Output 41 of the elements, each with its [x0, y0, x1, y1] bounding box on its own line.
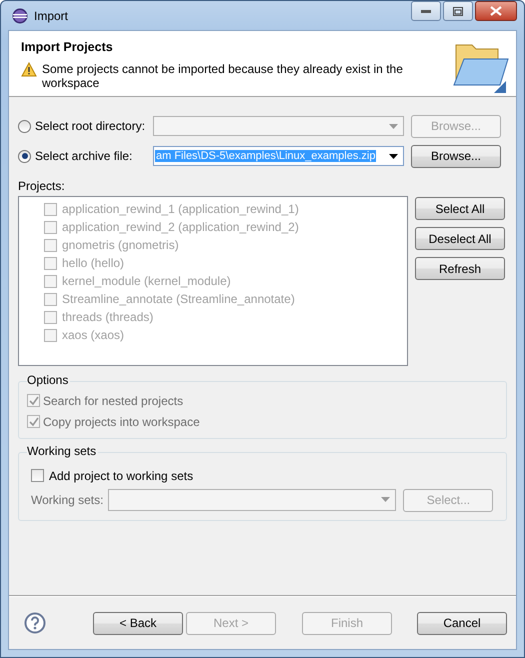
- radio-label: Select archive file:: [35, 149, 132, 163]
- project-name: hello (hello): [62, 256, 124, 270]
- option-label: Search for nested projects: [43, 394, 184, 408]
- minimize-icon: [421, 10, 431, 12]
- list-action-button[interactable]: Select All: [415, 197, 505, 220]
- radio-button[interactable]: [18, 150, 31, 162]
- project-name: application_rewind_2 (application_rewind_2): [62, 220, 299, 234]
- working-sets-combo[interactable]: [108, 489, 396, 511]
- field-label: Working sets:: [31, 493, 104, 507]
- list-action-button[interactable]: Deselect All: [415, 227, 505, 250]
- path-combo[interactable]: [153, 116, 404, 136]
- project-name: Streamline_annotate (Streamline_annotate): [62, 292, 295, 306]
- window-title: Import: [34, 8, 68, 22]
- wizard-button[interactable]: < Back: [93, 612, 183, 634]
- group-title: Working sets: [27, 444, 98, 458]
- browse-button[interactable]: Browse...: [411, 144, 501, 168]
- group-title: Options: [27, 373, 70, 387]
- radio-label: Select root directory:: [35, 119, 146, 133]
- maximize-button[interactable]: [443, 1, 473, 21]
- project-name: kernel_module (kernel_module): [62, 274, 231, 288]
- help-icon[interactable]: [24, 612, 46, 634]
- project-name: gnometris (gnometris): [62, 238, 179, 252]
- project-name: threads (threads): [62, 310, 154, 324]
- option-label: Copy projects into workspace: [43, 414, 200, 428]
- projects-label: Projects:: [18, 179, 66, 195]
- working-sets-label: Add project to working sets: [49, 468, 194, 482]
- minimize-button[interactable]: [411, 1, 441, 21]
- project-name: application_rewind_1 (application_rewind_1): [62, 202, 299, 216]
- project-name: xaos (xaos): [62, 328, 124, 342]
- app-icon: [12, 8, 28, 24]
- wizard-button[interactable]: Cancel: [417, 612, 507, 634]
- maximize-icon: [453, 6, 463, 16]
- dropdown-arrow-icon[interactable]: [389, 154, 398, 159]
- radio-button[interactable]: [18, 120, 31, 132]
- close-button[interactable]: [475, 1, 517, 21]
- warning-icon: [21, 62, 37, 77]
- working-sets-checkbox[interactable]: [31, 469, 44, 482]
- warning-message: Some projects cannot be imported because they already exist in the workspace: [42, 62, 404, 90]
- page-title: Import Projects: [21, 40, 114, 54]
- list-action-button[interactable]: Refresh: [415, 257, 505, 280]
- close-icon: [490, 6, 502, 16]
